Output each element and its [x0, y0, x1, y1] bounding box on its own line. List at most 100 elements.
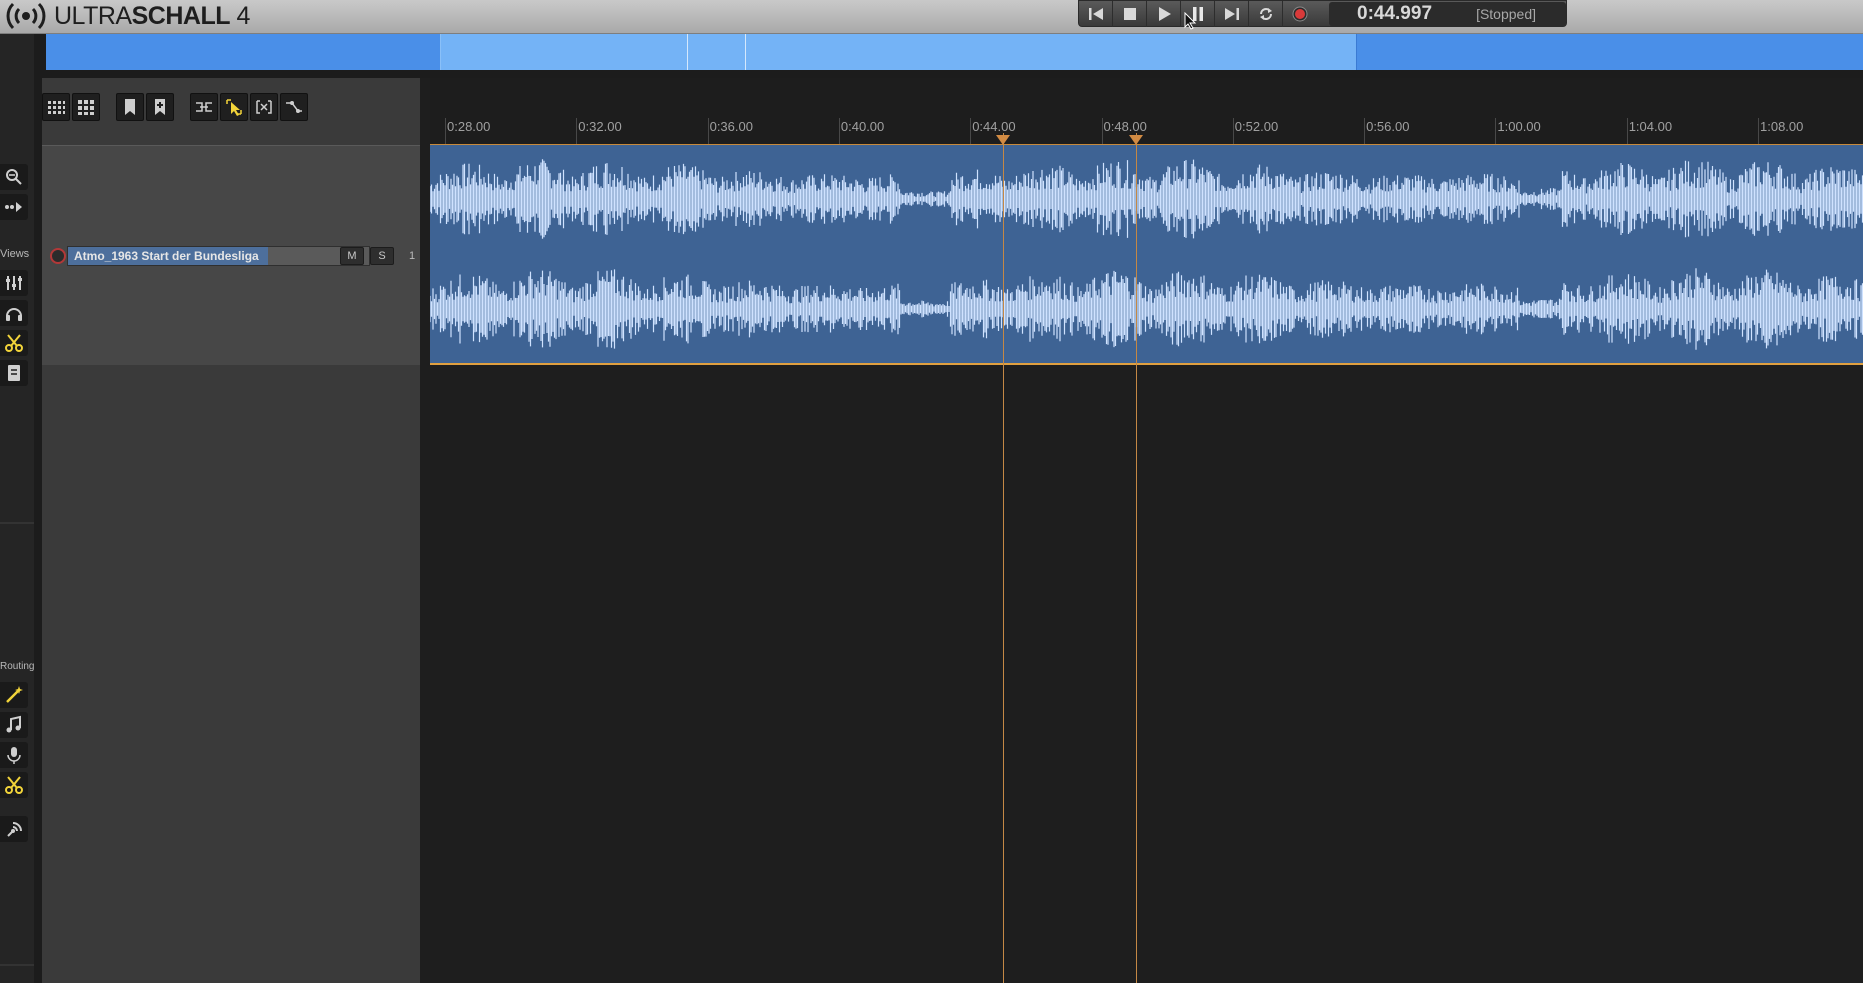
loop-icon	[1259, 7, 1272, 20]
scissors-icon	[5, 776, 23, 794]
music-routing-button[interactable]	[0, 712, 28, 738]
overview-visible-window[interactable]	[440, 34, 1357, 70]
zoom-out-icon	[6, 169, 22, 185]
views-label: Views	[0, 248, 30, 260]
skip-back-button[interactable]	[1079, 0, 1113, 27]
microphone-routing-button[interactable]	[0, 742, 28, 768]
fx-routing-button[interactable]	[0, 682, 28, 708]
grid-small-icon	[48, 101, 65, 114]
broadcast-routing-button[interactable]	[0, 816, 28, 842]
waveform-channel	[429, 268, 1863, 350]
ruler-tick	[1101, 118, 1103, 144]
timeline-ruler[interactable]: 0:28.00 0:32.00 0:36.00 0:40.00 0:44.00 0:48.…	[430, 78, 1863, 144]
record-button[interactable]	[1283, 1, 1317, 27]
headphones-icon	[6, 308, 22, 321]
skip-forward-icon	[1224, 7, 1239, 20]
edit-toolbar	[42, 92, 324, 122]
envelope-tool-button[interactable]	[280, 93, 308, 121]
loop-button[interactable]	[1249, 0, 1283, 27]
edit-cursor-marker[interactable]	[995, 135, 1010, 145]
ruler-tick-label: 0:32.00	[578, 119, 622, 134]
overview-marker	[687, 34, 688, 70]
selection-end-line[interactable]	[1135, 133, 1137, 983]
grid-small-button[interactable]	[42, 93, 70, 121]
ruler-tick	[1232, 118, 1234, 144]
ruler-tick	[1495, 118, 1497, 144]
panel-divider[interactable]	[420, 78, 430, 983]
audio-clip[interactable]	[429, 144, 1863, 365]
solo-button[interactable]: S	[370, 247, 394, 265]
app-logo: ULTRASCHALL 4	[2, 1, 250, 31]
scissors-icon	[5, 334, 23, 352]
selection-end-marker[interactable]	[1128, 135, 1143, 145]
ripple-button[interactable]	[190, 93, 218, 121]
ruler-tick	[707, 118, 709, 144]
zoom-out-button[interactable]	[0, 164, 28, 190]
grid-tool-group	[42, 93, 102, 121]
bookmark-add-button[interactable]	[146, 93, 174, 121]
record-icon	[1292, 6, 1308, 21]
ruler-tick	[1626, 118, 1628, 144]
waveform-channel	[429, 159, 1863, 239]
navigate-button[interactable]	[0, 194, 28, 220]
track-record-arm-button[interactable]	[50, 248, 66, 264]
ruler-tick	[838, 118, 840, 144]
grid-large-icon	[78, 100, 94, 115]
ruler-tick	[1758, 118, 1759, 144]
transport-bar: 0:44.997 [Stopped]	[1078, 0, 1567, 27]
waveform	[429, 159, 1863, 350]
edit-view-button[interactable]	[0, 330, 28, 356]
track-number: 1	[409, 250, 416, 262]
timeline-overview[interactable]	[46, 34, 1863, 70]
skip-forward-button[interactable]	[1215, 0, 1249, 27]
stop-button[interactable]	[1113, 0, 1147, 27]
select-tool-button[interactable]	[220, 93, 248, 121]
ruler-tick-label: 0:48.00	[1103, 119, 1147, 134]
microphone-icon	[7, 747, 21, 764]
magic-wand-icon	[6, 686, 23, 703]
routing-label: Routing	[0, 661, 35, 672]
transport-state: [Stopped]	[1476, 6, 1536, 22]
ruler-tick-label: 1:00.00	[1497, 119, 1541, 134]
time-display: 0:44.997 [Stopped]	[1329, 2, 1566, 26]
logo-icon	[6, 2, 46, 30]
ruler-tick	[445, 118, 446, 144]
bookmark-add-icon	[155, 99, 165, 115]
track-name-label: Atmo_1963 Start der Bundesliga	[74, 249, 259, 263]
ruler-tick	[1364, 118, 1366, 144]
mute-button[interactable]: M	[340, 247, 364, 265]
mixer-view-button[interactable]	[0, 270, 28, 296]
skip-back-icon	[1088, 7, 1103, 20]
mouse-pointer-icon	[1184, 12, 1197, 30]
monitoring-view-button[interactable]	[0, 300, 28, 326]
app-title: ULTRASCHALL 4	[54, 1, 250, 30]
ruler-tick-label: 0:36.00	[709, 119, 753, 134]
title-bar: ULTRASCHALL 4 0:44.997 [Stopped]	[0, 0, 1863, 34]
broadcast-icon	[7, 822, 22, 837]
bookmark-button[interactable]	[116, 93, 144, 121]
play-button[interactable]	[1147, 0, 1181, 27]
grid-large-button[interactable]	[72, 93, 100, 121]
ruler-tick-label: 0:52.00	[1234, 119, 1279, 134]
envelope-icon	[286, 101, 302, 113]
edit-tool-group	[190, 93, 310, 121]
trim-tool-button[interactable]	[250, 93, 278, 121]
ruler-tick-label: 0:44.00	[972, 119, 1016, 134]
ruler-tick-label: 0:40.00	[840, 119, 885, 134]
mixer-icon	[6, 276, 22, 290]
ripple-icon	[196, 102, 212, 112]
track-header[interactable]: Atmo_1963 Start der Bundesliga M S 1	[42, 145, 420, 365]
trim-icon	[256, 100, 272, 114]
stop-icon	[1123, 7, 1136, 20]
edit-cursor-line[interactable]	[1002, 133, 1004, 983]
arrange-view[interactable]: 0:28.00 0:32.00 0:36.00 0:40.00 0:44.00 0:48.…	[429, 78, 1863, 983]
notes-view-button[interactable]	[0, 360, 28, 386]
track-name-field[interactable]: Atmo_1963 Start der Bundesliga	[67, 246, 370, 266]
notes-icon	[8, 365, 20, 381]
edit-routing-button[interactable]	[0, 772, 28, 798]
overview-marker	[745, 34, 746, 70]
ruler-tick	[576, 118, 578, 144]
music-note-icon	[6, 715, 21, 733]
bookmark-icon	[125, 99, 135, 115]
select-icon	[226, 99, 242, 116]
